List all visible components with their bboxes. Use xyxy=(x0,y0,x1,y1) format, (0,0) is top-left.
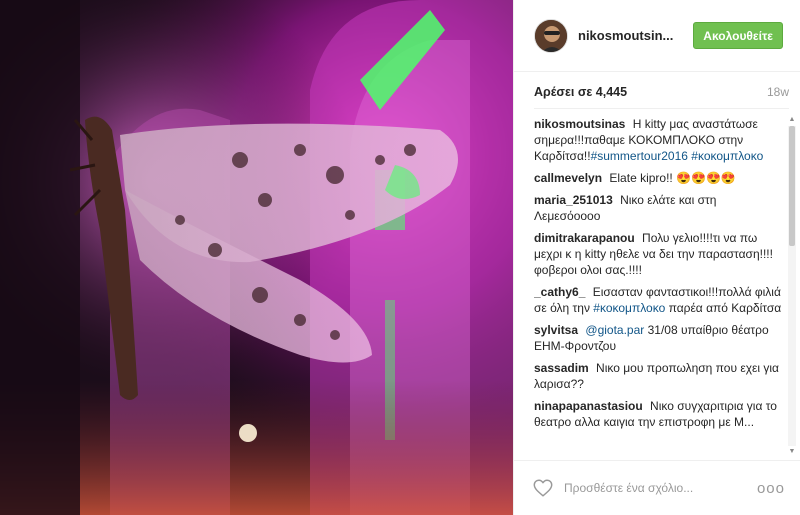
scroll-track[interactable] xyxy=(788,126,796,446)
comment-item: _cathy6_ Εισασταν φανταστικοι!!!πολλά φι… xyxy=(534,284,782,316)
scroll-thumb[interactable] xyxy=(789,126,795,246)
more-options-icon[interactable]: ooo xyxy=(757,481,785,496)
scroll-up-arrow-icon[interactable]: ▲ xyxy=(788,116,796,124)
comment-item: ninapapanastasiou Νικο συγχαριτιρια για … xyxy=(534,398,782,430)
dragonfly-photo-illustration xyxy=(0,0,513,515)
hashtag-link[interactable]: #κοκομπλοκο xyxy=(691,149,763,163)
comment-text: Elate kipro!! 😍😍😍😍 xyxy=(609,171,736,185)
post-time[interactable]: 18w xyxy=(767,85,789,99)
post-photo[interactable] xyxy=(0,0,513,515)
post-stats: Αρέσει σε 4,445 18w xyxy=(534,82,789,102)
comment-author[interactable]: callmevelyn xyxy=(534,171,602,185)
hashtag-link[interactable]: #κοκομπλοκο xyxy=(593,301,665,315)
comment-text: παρέα από Καρδίτσα xyxy=(665,301,782,315)
hashtag-link[interactable]: #summertour2016 xyxy=(591,149,688,163)
comment-author[interactable]: sylvitsa xyxy=(534,323,578,337)
comment-item: sylvitsa @giota.par 31/08 υπαίθριο θέατρ… xyxy=(534,322,782,354)
scroll-down-arrow-icon[interactable]: ▼ xyxy=(788,448,796,456)
post-footer: ooo xyxy=(514,460,800,515)
post-details-panel: nikosmoutsin... Ακολουθείτε Αρέσει σε 4,… xyxy=(513,0,800,515)
comment-item: dimitrakarapanou Πολυ γελιο!!!!τι να πω … xyxy=(534,230,782,278)
comment-item: sassadim Νικο μου προπωληση που εχει για… xyxy=(534,360,782,392)
avatar[interactable] xyxy=(534,18,568,53)
instagram-post: nikosmoutsin... Ακολουθείτε Αρέσει σε 4,… xyxy=(0,0,800,515)
comment-author[interactable]: _cathy6_ xyxy=(534,285,585,299)
mention-link[interactable]: @giota.par xyxy=(585,323,644,337)
comment-author[interactable]: dimitrakarapanou xyxy=(534,231,635,245)
comment-item: callmevelyn Elate kipro!! 😍😍😍😍 xyxy=(534,170,782,186)
comment-author[interactable]: sassadim xyxy=(534,361,589,375)
post-header: nikosmoutsin... Ακολουθείτε xyxy=(514,0,800,72)
comment-author[interactable]: ninapapanastasiou xyxy=(534,399,643,413)
avatar-image xyxy=(535,19,567,52)
heart-icon-glyph xyxy=(533,479,553,497)
caption: nikosmoutsinas Η kitty μας αναστάτωσε ση… xyxy=(534,116,782,164)
likes-count[interactable]: Αρέσει σε 4,445 xyxy=(534,85,627,99)
caption-author[interactable]: nikosmoutsinas xyxy=(534,117,625,131)
comment-author[interactable]: maria_251013 xyxy=(534,193,613,207)
follow-button[interactable]: Ακολουθείτε xyxy=(693,22,783,49)
comments-list[interactable]: nikosmoutsinas Η kitty μας αναστάτωσε ση… xyxy=(534,116,782,456)
heart-icon[interactable] xyxy=(532,477,554,499)
add-comment-input[interactable] xyxy=(564,476,749,500)
username-link[interactable]: nikosmoutsin... xyxy=(578,28,683,43)
comments-scrollbar[interactable]: ▲ ▼ xyxy=(788,116,796,456)
comment-item: maria_251013 Νικο ελάτε και στη Λεμεσόοο… xyxy=(534,192,782,224)
divider xyxy=(534,108,789,109)
